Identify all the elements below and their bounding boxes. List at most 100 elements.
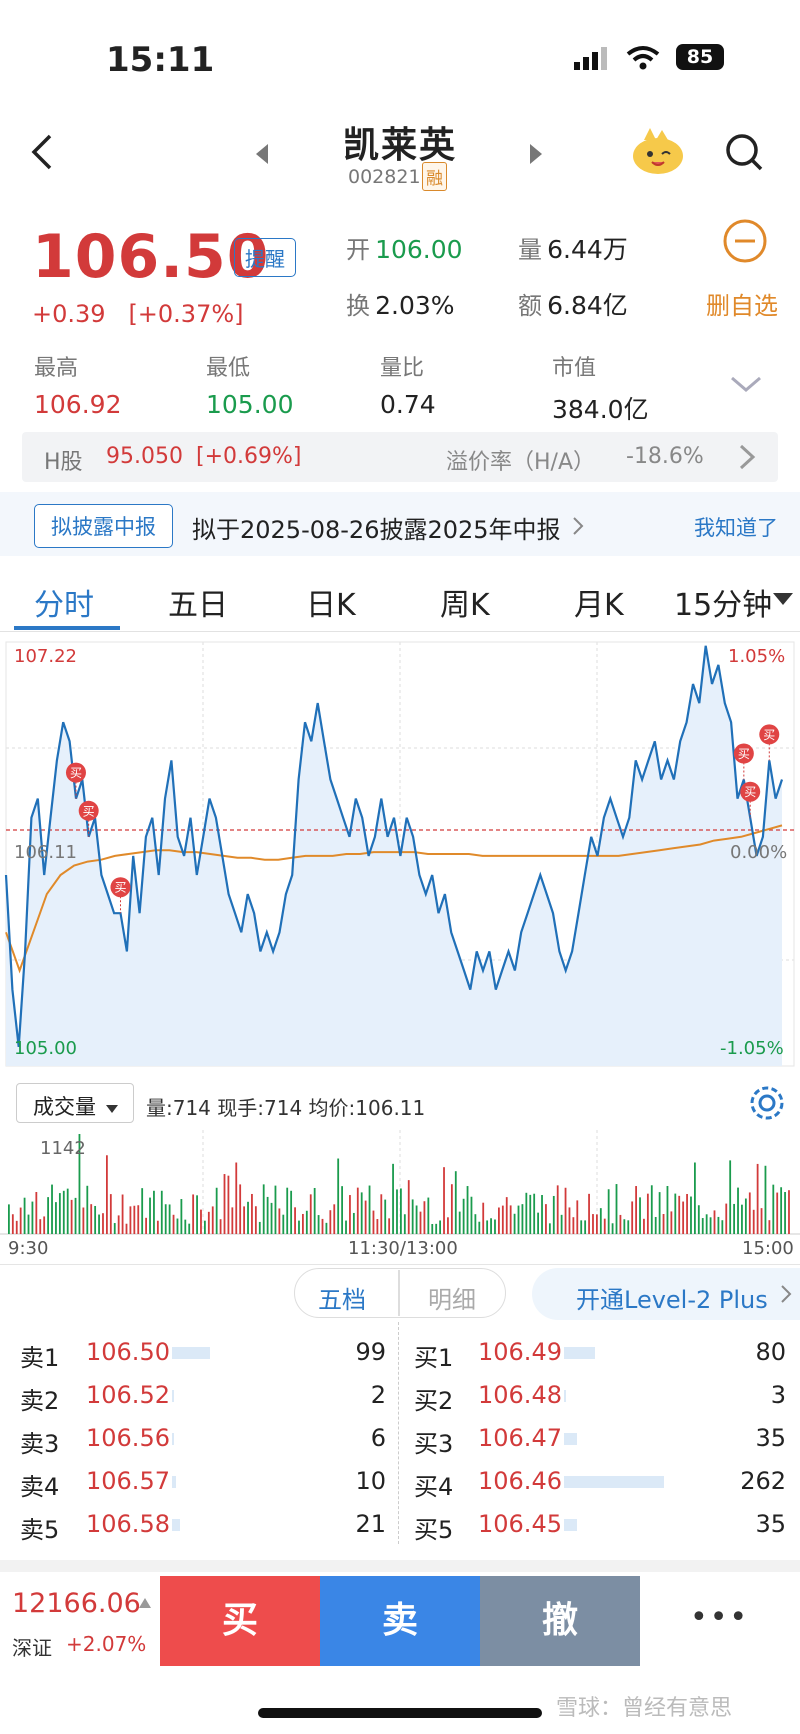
home-indicator[interactable]	[258, 1708, 542, 1718]
buy-level-price: 106.49	[478, 1338, 562, 1366]
volume-bar	[396, 1189, 398, 1234]
sell-level-price: 106.58	[86, 1510, 170, 1538]
more-button[interactable]: •••	[690, 1600, 749, 1635]
index-value[interactable]: 12166.06	[12, 1588, 141, 1619]
volume-bar	[278, 1208, 281, 1234]
sell-level-price: 106.57	[86, 1467, 170, 1495]
level2-label[interactable]: 开通Level-2 Plus	[576, 1280, 768, 1315]
banner-text[interactable]: 拟于2025-08-26披露2025年中报	[192, 510, 561, 545]
volume-bar	[211, 1206, 214, 1234]
buy-level-row[interactable]: 买5 106.45 35	[408, 1506, 800, 1546]
volume-bar	[15, 1220, 18, 1234]
volume-bar	[419, 1211, 422, 1234]
sell-level-row[interactable]: 卖2 106.52 2	[0, 1377, 398, 1417]
volume-bar	[62, 1190, 65, 1234]
sell-level-qty: 10	[355, 1467, 386, 1495]
tab-weekly-k[interactable]: 周K	[440, 580, 490, 624]
volume-bar	[94, 1205, 97, 1234]
sell-depth-bar	[172, 1433, 174, 1445]
volume-bar	[501, 1205, 504, 1234]
sell-level-price: 106.56	[86, 1424, 170, 1452]
ack-button[interactable]: 我知道了	[694, 512, 778, 542]
search-icon[interactable]	[724, 132, 764, 176]
volume-bar	[458, 1211, 461, 1234]
stock-code: 002821	[348, 166, 421, 188]
buy-level-price: 106.46	[478, 1467, 562, 1495]
volume-bar	[235, 1162, 238, 1234]
tab-intraday[interactable]: 分时	[34, 580, 94, 624]
volume-bar	[733, 1203, 735, 1234]
volume-bar	[360, 1192, 363, 1234]
tab-five-levels[interactable]: 五档	[318, 1280, 366, 1315]
volume-bar	[317, 1215, 320, 1234]
volume-bar	[435, 1223, 438, 1234]
volume-bar	[113, 1223, 116, 1234]
h-share-bar[interactable]: H股 95.050 [+0.69%] 溢价率（H/A） -18.6%	[22, 432, 778, 482]
volume-bar	[658, 1192, 661, 1234]
divider	[0, 1264, 800, 1265]
mascot-icon[interactable]	[630, 126, 686, 180]
volume-bar	[474, 1214, 477, 1234]
volume-bar	[619, 1214, 622, 1234]
volume-bar	[705, 1214, 708, 1234]
intraday-price-chart[interactable]: 买买买买买买	[0, 636, 800, 1072]
volume-bar	[329, 1210, 332, 1234]
volume-bar	[156, 1220, 159, 1234]
high-label: 最高	[34, 356, 79, 381]
sell-button[interactable]: 卖	[320, 1576, 480, 1666]
settings-icon[interactable]	[748, 1084, 786, 1126]
volume-bar	[470, 1196, 473, 1234]
buy-depth-bar	[564, 1390, 566, 1402]
volume-bar	[368, 1185, 371, 1234]
remove-watch-button[interactable]	[700, 218, 800, 268]
buy-level-label: 买5	[414, 1516, 454, 1544]
volume-bar	[309, 1194, 312, 1234]
buy-level-row[interactable]: 买2 106.48 3	[408, 1377, 800, 1417]
buy-level-qty: 262	[740, 1467, 786, 1495]
buy-marker: 买	[759, 724, 780, 761]
volume-bar	[313, 1187, 316, 1234]
sell-level-row[interactable]: 卖5 106.58 21	[0, 1506, 398, 1546]
sell-level-row[interactable]: 卖1 106.50 99	[0, 1334, 398, 1374]
volume-bar	[713, 1210, 716, 1234]
remove-watch-label[interactable]: 删自选	[706, 286, 778, 321]
volume-bar	[694, 1162, 696, 1234]
tab-15min[interactable]: 15分钟	[674, 580, 772, 624]
cancel-order-button[interactable]: 撤	[480, 1576, 640, 1666]
volume-bar	[90, 1204, 93, 1234]
chart-tabs: 分时 五日 日K 周K 月K 15分钟	[0, 570, 800, 632]
volume-bar	[294, 1207, 296, 1234]
buy-level-qty: 35	[755, 1424, 786, 1452]
buy-level-row[interactable]: 买4 106.46 262	[408, 1463, 800, 1503]
volume-bar	[505, 1197, 508, 1234]
tab-detail[interactable]: 明细	[428, 1280, 476, 1315]
buy-level-row[interactable]: 买1 106.49 80	[408, 1334, 800, 1374]
volume-bar	[423, 1201, 426, 1234]
expand-icon[interactable]	[730, 374, 762, 398]
tab-daily-k[interactable]: 日K	[306, 580, 356, 624]
sell-level-row[interactable]: 卖3 106.56 6	[0, 1420, 398, 1460]
volume-bar	[537, 1212, 539, 1234]
volume-chart	[0, 1130, 800, 1235]
volume-bar	[737, 1187, 739, 1234]
remind-button[interactable]: 提醒	[234, 238, 296, 277]
dropdown-icon[interactable]	[772, 592, 794, 606]
buy-level-row[interactable]: 买3 106.47 35	[408, 1420, 800, 1460]
volume-bar	[603, 1218, 606, 1234]
sell-levels: 卖1 106.50 99 卖2 106.52 2 卖3 106.56 6 卖4 106.57 10 卖5…	[0, 1334, 398, 1550]
volume-bar	[686, 1193, 688, 1234]
indicator-selector[interactable]: 成交量	[16, 1083, 134, 1123]
sell-level-row[interactable]: 卖4 106.57 10	[0, 1463, 398, 1503]
tab-5day[interactable]: 五日	[168, 580, 228, 624]
volume-bar	[164, 1204, 167, 1234]
tab-monthly-k[interactable]: 月K	[574, 580, 624, 624]
volume-bar	[133, 1205, 136, 1234]
volume-bar	[431, 1223, 434, 1234]
volume-bar	[541, 1195, 543, 1234]
volume-bar	[450, 1184, 453, 1234]
next-stock-icon[interactable]	[528, 142, 544, 170]
low-label: 最低	[206, 356, 251, 381]
buy-level-qty: 35	[755, 1510, 786, 1538]
buy-button[interactable]: 买	[160, 1576, 320, 1666]
sell-level-qty: 99	[355, 1338, 386, 1366]
